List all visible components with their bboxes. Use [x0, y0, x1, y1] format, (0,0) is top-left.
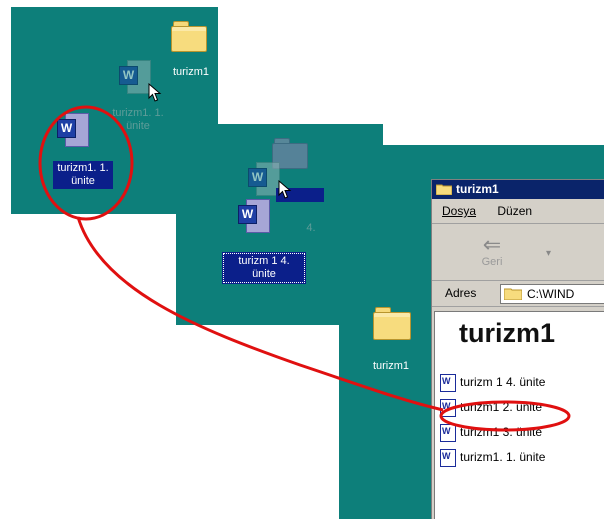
back-arrow-icon: ⇐: [482, 232, 502, 257]
word-document-icon: [440, 373, 456, 392]
dragged-file-label-line1: turizm1. 1.: [112, 107, 164, 119]
toolbar: ⇐ Geri ▾: [432, 224, 604, 281]
dropdown-arrow-icon[interactable]: ▾: [546, 248, 551, 259]
menu-duzen[interactable]: Düzen: [497, 199, 532, 223]
address-field[interactable]: C:\WIND: [500, 284, 604, 304]
word-document-icon: [440, 448, 456, 467]
folder-content: turizm1 turizm 1 4. ünite turizm1 2. üni…: [434, 311, 604, 519]
file-name: turizm 1 4. ünite: [460, 375, 546, 389]
word-document-icon[interactable]: W: [57, 113, 89, 147]
folder-label: turizm1: [372, 360, 410, 372]
file-name: turizm1 3. ünite: [460, 425, 543, 439]
list-item[interactable]: turizm 1 4. ünite: [440, 373, 546, 392]
list-item[interactable]: turizm1 3. ünite: [440, 423, 543, 442]
word-document-icon: W: [119, 60, 151, 94]
word-document-icon[interactable]: W: [238, 199, 270, 233]
back-button[interactable]: ⇐ Geri: [472, 232, 512, 269]
folder-icon: [436, 184, 452, 195]
list-item[interactable]: turizm1. 1. ünite: [440, 448, 546, 467]
file-name: turizm1. 1. ünite: [460, 450, 546, 464]
selected-file-label-line2: ünite: [71, 175, 95, 187]
selected-file-label[interactable]: turizm 1 4. ünite: [222, 252, 306, 284]
menu-dosya[interactable]: Dosya: [442, 199, 476, 223]
dragged-file-label-line2: ünite: [126, 120, 150, 132]
desktop-panel-3: turizm1 turizm1 Dosya Düzen ⇐ Geri ▾ Adr…: [339, 145, 604, 519]
selected-file-label[interactable]: turizm1. 1. ünite: [53, 161, 113, 189]
selected-file-label-line1: turizm 1 4.: [238, 255, 290, 267]
mouse-cursor-icon: [148, 83, 162, 102]
window-titlebar[interactable]: turizm1: [432, 180, 604, 199]
back-button-label: Geri: [481, 256, 503, 268]
address-label: Adres: [445, 286, 477, 300]
selected-file-label-line1: turizm1. 1.: [57, 162, 109, 174]
list-item[interactable]: turizm1 2. ünite: [440, 398, 543, 417]
ghost-file-label: 4.: [306, 222, 316, 234]
folder-icon[interactable]: [373, 307, 411, 340]
word-document-icon: W: [248, 162, 280, 196]
menu-bar: Dosya Düzen: [432, 199, 604, 224]
word-document-icon: [440, 423, 456, 442]
content-title: turizm1: [459, 318, 556, 348]
window-title: turizm1: [456, 182, 499, 196]
selected-file-label-line2: ünite: [252, 268, 276, 280]
mouse-cursor-icon: [278, 180, 292, 199]
address-value: C:\WIND: [527, 287, 575, 301]
folder-label: turizm1: [172, 66, 210, 78]
address-bar: Adres C:\WIND: [432, 281, 604, 307]
file-name: turizm1 2. ünite: [460, 400, 543, 414]
word-document-icon: [440, 398, 456, 417]
folder-icon: [504, 288, 522, 300]
folder-icon[interactable]: [171, 21, 207, 52]
explorer-window: turizm1 Dosya Düzen ⇐ Geri ▾ Adres C:\WI…: [431, 179, 604, 519]
